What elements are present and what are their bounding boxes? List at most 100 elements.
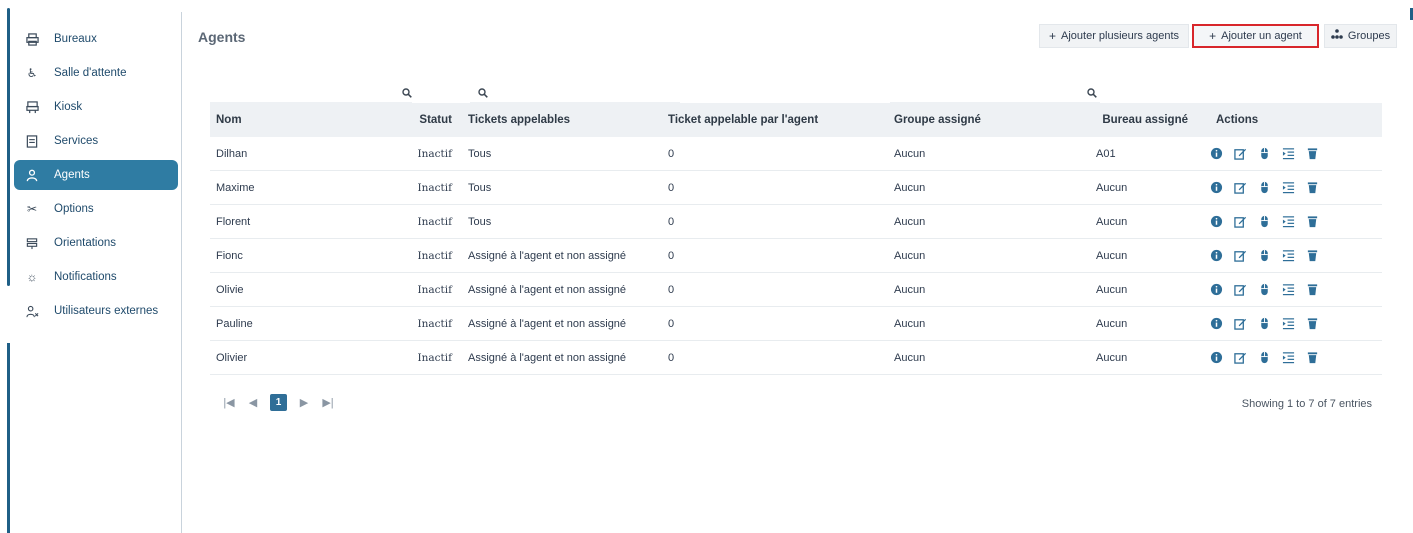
sidebar-item-notifications[interactable]: ☼ Notifications bbox=[14, 262, 178, 292]
trash-icon[interactable] bbox=[1306, 351, 1319, 364]
info-icon[interactable] bbox=[1210, 351, 1223, 364]
mouse-icon[interactable] bbox=[1258, 283, 1271, 296]
cell-statut: Inactif bbox=[417, 317, 452, 330]
table-row: Dilhan Inactif Tous 0 Aucun A01 bbox=[210, 137, 1382, 171]
info-icon[interactable] bbox=[1210, 215, 1223, 228]
column-header-ticket-appelable[interactable]: Ticket appelable par l'agent bbox=[662, 114, 888, 126]
cell-groupe: Aucun bbox=[894, 215, 926, 228]
row-actions bbox=[1208, 181, 1382, 194]
column-header-tickets[interactable]: Tickets appelables bbox=[460, 114, 662, 126]
filter-nom-input[interactable] bbox=[210, 86, 412, 103]
last-page-icon[interactable]: ▶| bbox=[321, 396, 335, 409]
cell-tickets: Tous bbox=[468, 147, 492, 160]
cell-tickets: Assigné à l'agent et non assigné bbox=[468, 249, 627, 262]
sidebar-item-salle-attente[interactable]: ♿ Salle d'attente bbox=[14, 58, 178, 88]
page-title: Agents bbox=[198, 29, 246, 45]
sidebar-divider bbox=[181, 12, 182, 533]
first-page-icon[interactable]: |◀ bbox=[222, 396, 236, 409]
add-multiple-agents-label: Ajouter plusieurs agents bbox=[1061, 30, 1180, 42]
sidebar-item-bureaux[interactable]: Bureaux bbox=[14, 24, 178, 54]
cell-ticket-appelable: 0 bbox=[668, 181, 675, 194]
info-icon[interactable] bbox=[1210, 147, 1223, 160]
edit-icon[interactable] bbox=[1234, 181, 1247, 194]
search-icon bbox=[402, 87, 412, 101]
document-icon bbox=[24, 133, 40, 149]
sidebar-item-options[interactable]: ✂ Options bbox=[14, 194, 178, 224]
search-icon bbox=[1087, 87, 1097, 101]
cell-tickets: Assigné à l'agent et non assigné bbox=[468, 317, 627, 330]
table-row: Florent Inactif Tous 0 Aucun Aucun bbox=[210, 205, 1382, 239]
mouse-icon[interactable] bbox=[1258, 215, 1271, 228]
sidebar-item-label: Orientations bbox=[54, 237, 117, 249]
sidebar-item-orientations[interactable]: Orientations bbox=[14, 228, 178, 258]
info-icon[interactable] bbox=[1210, 317, 1223, 330]
agents-table: Nom Statut Tickets appelables Ticket app… bbox=[210, 86, 1382, 375]
trash-icon[interactable] bbox=[1306, 317, 1319, 330]
left-edge-accent-lower bbox=[7, 343, 10, 533]
prev-page-icon[interactable]: ◀ bbox=[246, 396, 260, 409]
mouse-icon[interactable] bbox=[1258, 351, 1271, 364]
trash-icon[interactable] bbox=[1306, 283, 1319, 296]
column-header-bureau[interactable]: Bureau assigné bbox=[1088, 114, 1208, 126]
sidebar-item-services[interactable]: Services bbox=[14, 126, 178, 156]
sidebar-item-utilisateurs-externes[interactable]: Utilisateurs externes bbox=[14, 296, 178, 326]
edit-icon[interactable] bbox=[1234, 351, 1247, 364]
trash-icon[interactable] bbox=[1306, 249, 1319, 262]
sidebar-item-label: Agents bbox=[54, 169, 90, 181]
sidebar-item-agents[interactable]: Agents bbox=[14, 160, 178, 190]
list-indent-icon[interactable] bbox=[1282, 181, 1295, 194]
list-indent-icon[interactable] bbox=[1282, 283, 1295, 296]
trash-icon[interactable] bbox=[1306, 147, 1319, 160]
filter-groupe-input[interactable] bbox=[890, 86, 1100, 103]
cell-ticket-appelable: 0 bbox=[668, 317, 675, 330]
next-page-icon[interactable]: ▶ bbox=[297, 396, 311, 409]
cell-ticket-appelable: 0 bbox=[668, 283, 675, 296]
trash-icon[interactable] bbox=[1306, 215, 1319, 228]
list-indent-icon[interactable] bbox=[1282, 351, 1295, 364]
column-header-groupe[interactable]: Groupe assigné bbox=[888, 114, 1088, 126]
add-agent-label: Ajouter un agent bbox=[1221, 30, 1302, 42]
cell-bureau: Aucun bbox=[1096, 283, 1128, 296]
edit-icon[interactable] bbox=[1234, 317, 1247, 330]
edit-icon[interactable] bbox=[1234, 215, 1247, 228]
row-actions bbox=[1208, 317, 1382, 330]
cell-ticket-appelable: 0 bbox=[668, 147, 675, 160]
trash-icon[interactable] bbox=[1306, 181, 1319, 194]
page-number-current[interactable]: 1 bbox=[270, 394, 287, 411]
sidebar-item-label: Kiosk bbox=[54, 101, 83, 113]
cell-nom: Maxime bbox=[216, 181, 255, 194]
edit-icon[interactable] bbox=[1234, 147, 1247, 160]
entries-summary: Showing 1 to 7 of 7 entries bbox=[1241, 398, 1372, 410]
mouse-icon[interactable] bbox=[1258, 249, 1271, 262]
add-multiple-agents-button[interactable]: + Ajouter plusieurs agents bbox=[1039, 24, 1189, 48]
list-indent-icon[interactable] bbox=[1282, 215, 1295, 228]
mouse-icon[interactable] bbox=[1258, 147, 1271, 160]
info-icon[interactable] bbox=[1210, 249, 1223, 262]
cell-statut: Inactif bbox=[417, 351, 452, 364]
column-header-statut[interactable]: Statut bbox=[406, 114, 460, 126]
cell-bureau: Aucun bbox=[1096, 181, 1128, 194]
list-indent-icon[interactable] bbox=[1282, 317, 1295, 330]
add-agent-button[interactable]: + Ajouter un agent bbox=[1192, 24, 1319, 48]
cell-groupe: Aucun bbox=[894, 147, 926, 160]
cell-bureau: Aucun bbox=[1096, 249, 1128, 262]
sidebar: Bureaux ♿ Salle d'attente Kiosk Services… bbox=[14, 24, 178, 330]
edit-icon[interactable] bbox=[1234, 283, 1247, 296]
table-body: Dilhan Inactif Tous 0 Aucun A01 Maxime Inactif T… bbox=[210, 137, 1382, 375]
info-icon[interactable] bbox=[1210, 283, 1223, 296]
list-indent-icon[interactable] bbox=[1282, 147, 1295, 160]
cell-bureau: Aucun bbox=[1096, 351, 1128, 364]
info-icon[interactable] bbox=[1210, 181, 1223, 194]
filter-tickets-input[interactable] bbox=[470, 86, 680, 103]
list-indent-icon[interactable] bbox=[1282, 249, 1295, 262]
mouse-icon[interactable] bbox=[1258, 317, 1271, 330]
edit-icon[interactable] bbox=[1234, 249, 1247, 262]
mouse-icon[interactable] bbox=[1258, 181, 1271, 194]
cell-tickets: Tous bbox=[468, 215, 492, 228]
tools-icon: ✂ bbox=[26, 202, 38, 216]
groups-button[interactable]: Groupes bbox=[1324, 24, 1397, 48]
cell-ticket-appelable: 0 bbox=[668, 249, 675, 262]
cell-nom: Pauline bbox=[216, 317, 253, 330]
column-header-nom[interactable]: Nom bbox=[210, 114, 406, 126]
sidebar-item-kiosk[interactable]: Kiosk bbox=[14, 92, 178, 122]
